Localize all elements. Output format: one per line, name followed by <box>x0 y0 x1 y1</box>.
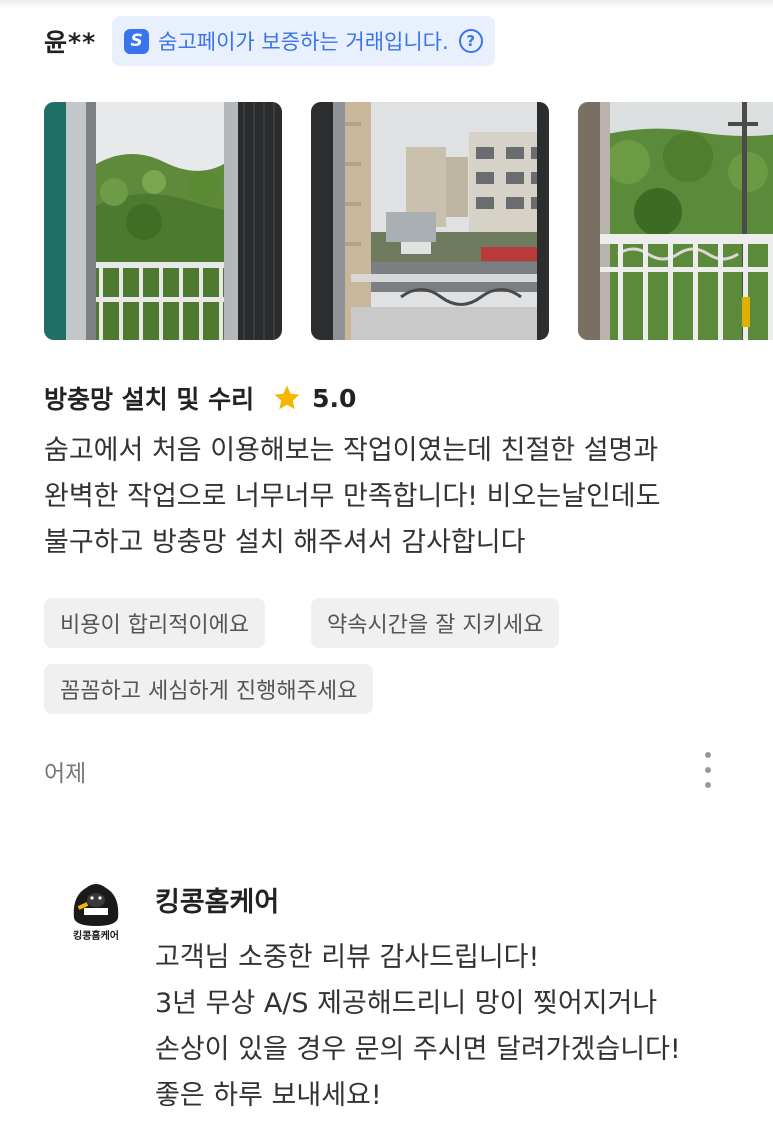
review-date: 어제 <box>44 761 87 787</box>
review-text-line: 완벽한 작업으로 너무너무 만족합니다! 비오는날인데도 <box>44 481 661 512</box>
pay-badge-text: 숨고페이가 보증하는 거래입니다. <box>158 30 449 54</box>
svg-text:킹콩홈케어: 킹콩홈케어 <box>73 929 119 942</box>
photo-window-view-hills-icon <box>44 102 282 340</box>
pro-name: 킹콩홈케어 <box>155 887 280 918</box>
review-header: 윤** S 숨고페이가 보증하는 거래입니다. ? <box>44 16 495 66</box>
rating-value: 5.0 <box>312 383 357 413</box>
review-photo-3[interactable] <box>578 102 773 340</box>
review-tag: 비용이 합리적이에요 <box>44 598 266 648</box>
review-photo-1[interactable] <box>44 102 282 340</box>
reply-text-line: 3년 무상 A/S 제공해드리니 망이 찢어지거나 <box>155 988 658 1019</box>
reply-text-line: 좋은 하루 보내세요! <box>155 1080 382 1111</box>
review-tag: 꼼꼼하고 세심하게 진행해주세요 <box>44 664 374 714</box>
review-body: 숨고에서 처음 이용해보는 작업이였는데 친절한 설명과 완벽한 작업으로 너무… <box>44 428 744 566</box>
review-tag: 약속시간을 잘 지키세요 <box>311 598 560 648</box>
logo-wordmark: 킹콩홈케어 <box>73 929 119 942</box>
service-name: 방충망 설치 및 수리 <box>44 385 255 414</box>
review-text-line: 불구하고 방충망 설치 해주셔서 감사합니다 <box>44 527 526 558</box>
soomgo-pay-logo-icon: S <box>124 28 150 54</box>
top-divider <box>0 0 773 8</box>
reply-text-line: 고객님 소중한 리뷰 감사드립니다! <box>155 942 540 973</box>
photo-window-view-buildings-icon <box>311 102 549 340</box>
review-photo-carousel[interactable] <box>44 102 773 340</box>
pro-avatar: 킹콩홈케어 <box>66 876 126 944</box>
reviewer-name: 윤** <box>44 28 97 57</box>
soomgo-pay-badge[interactable]: S 숨고페이가 보증하는 거래입니다. ? <box>112 16 495 66</box>
review-photo-2[interactable] <box>311 102 549 340</box>
star-icon <box>272 383 302 413</box>
help-icon[interactable]: ? <box>458 29 483 53</box>
reply-text-line: 손상이 있을 경우 문의 주시면 달려가겠습니다! <box>155 1034 681 1065</box>
pro-reply-body: 고객님 소중한 리뷰 감사드립니다! 3년 무상 A/S 제공해드리니 망이 찢… <box>155 935 755 1119</box>
photo-balcony-view-trees-icon <box>578 102 773 340</box>
service-rating-row: 방충망 설치 및 수리 5.0 <box>44 380 356 416</box>
review-text-line: 숨고에서 처음 이용해보는 작업이였는데 친절한 설명과 <box>44 435 659 466</box>
more-options-icon[interactable] <box>700 752 716 788</box>
